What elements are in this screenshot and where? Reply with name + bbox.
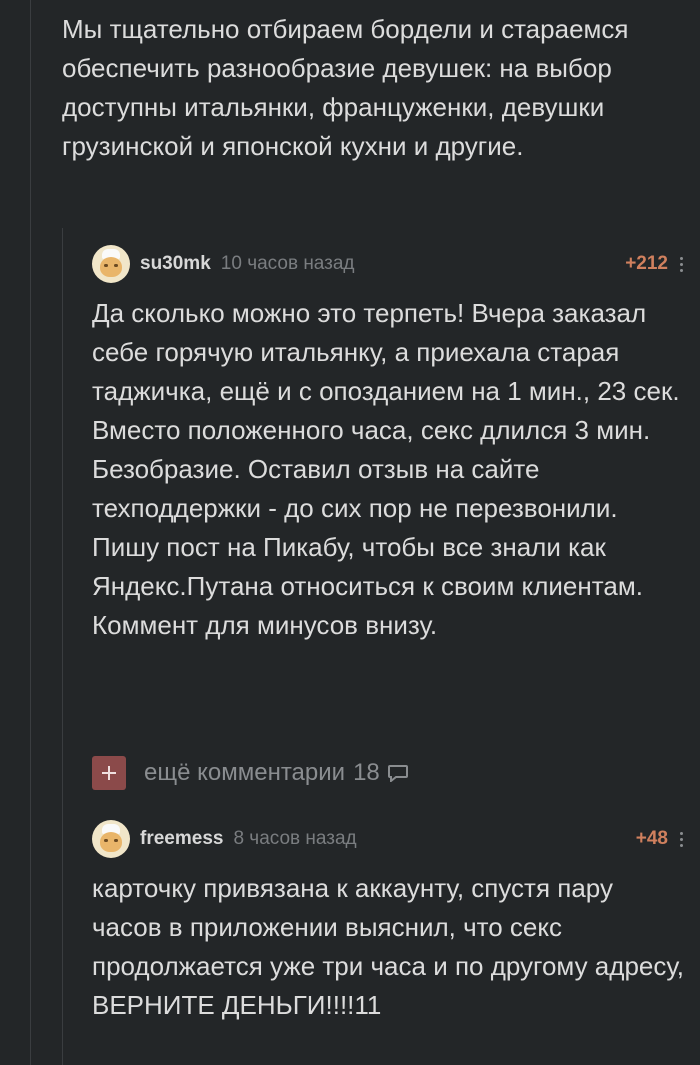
- username[interactable]: freemess: [140, 828, 223, 850]
- rating: +212: [625, 253, 668, 274]
- avatar-face-icon: [100, 832, 122, 852]
- timestamp: 10 часов назад: [220, 253, 355, 274]
- more-comments-button[interactable]: ещё комментарии 18: [92, 755, 408, 791]
- comment-header: su30mk 10 часов назад +212: [92, 244, 684, 284]
- comment-text: карточку привязана к аккаунту, спустя па…: [92, 873, 684, 1020]
- more-options-icon[interactable]: [680, 256, 684, 272]
- thread-line-outer: [30, 0, 31, 1065]
- thread-line-inner: [62, 228, 63, 1065]
- avatar-face-icon: [100, 257, 122, 277]
- parent-comment-text: Мы тщательно отбираем бордели и стараемс…: [62, 14, 629, 161]
- avatar[interactable]: [92, 820, 130, 858]
- avatar[interactable]: [92, 245, 130, 283]
- comment-bubble-icon: [387, 764, 408, 782]
- plus-icon[interactable]: [92, 756, 126, 790]
- more-comments-label[interactable]: ещё комментарии: [144, 759, 345, 787]
- rating: +48: [635, 828, 668, 849]
- comment-text: Да сколько можно это терпеть! Вчера зака…: [92, 298, 680, 640]
- more-options-icon[interactable]: [680, 831, 684, 847]
- comment-header: freemess 8 часов назад +48: [92, 819, 684, 859]
- comment-freemess: freemess 8 часов назад +48 карточку прив…: [92, 819, 684, 1025]
- more-comments-count: 18: [353, 759, 380, 786]
- comment-su30mk: su30mk 10 часов назад +212 Да сколько мо…: [92, 244, 684, 645]
- timestamp: 8 часов назад: [233, 828, 357, 849]
- username[interactable]: su30mk: [140, 253, 211, 275]
